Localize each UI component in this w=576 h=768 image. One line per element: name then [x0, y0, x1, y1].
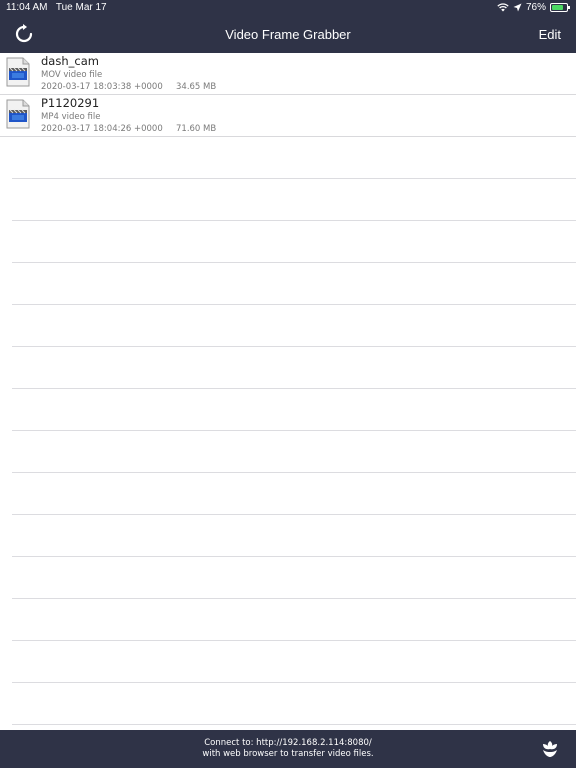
- row-separator: [12, 178, 576, 179]
- row-separator: [12, 346, 576, 347]
- wifi-icon: [497, 3, 509, 12]
- battery-icon: [550, 3, 570, 12]
- edit-button[interactable]: Edit: [539, 27, 561, 42]
- row-separator: [12, 598, 576, 599]
- file-kind: MP4 video file: [41, 112, 101, 122]
- row-separator: [12, 514, 576, 515]
- file-size: 34.65 MB: [176, 82, 217, 92]
- status-time: 11:04 AM Tue Mar 17: [6, 2, 107, 13]
- file-name: dash_cam: [41, 54, 99, 68]
- video-file-icon: [6, 99, 30, 129]
- row-separator: [12, 262, 576, 263]
- file-size: 71.60 MB: [176, 124, 217, 134]
- row-separator: [12, 682, 576, 683]
- row-separator: [12, 220, 576, 221]
- row-separator: [12, 724, 576, 725]
- location-icon: [513, 3, 522, 12]
- file-date: 2020-03-17 18:03:38 +0000: [41, 82, 163, 92]
- row-separator: [12, 640, 576, 641]
- status-indicators: 76%: [497, 2, 570, 13]
- row-separator: [12, 304, 576, 305]
- file-name: P1120291: [41, 96, 100, 110]
- status-time-text: 11:04 AM: [6, 2, 48, 13]
- row-separator: [12, 472, 576, 473]
- file-row[interactable]: dash_cam MOV video file 2020-03-17 18:03…: [0, 53, 576, 95]
- video-file-icon: [6, 57, 30, 87]
- top-bar: 11:04 AM Tue Mar 17 76% Video Frame Grab…: [0, 0, 576, 53]
- row-separator: [12, 556, 576, 557]
- bottom-bar: Connect to: http://192.168.2.114:8080/ w…: [0, 730, 576, 768]
- connection-info: Connect to: http://192.168.2.114:8080/ w…: [0, 738, 576, 760]
- file-kind: MOV video file: [41, 70, 103, 80]
- file-row[interactable]: P1120291 MP4 video file 2020-03-17 18:04…: [0, 95, 576, 137]
- row-separator: [12, 430, 576, 431]
- battery-percent: 76%: [525, 2, 546, 13]
- file-date: 2020-03-17 18:04:26 +0000: [41, 124, 163, 134]
- flower-icon[interactable]: [540, 739, 560, 759]
- status-date-text: Tue Mar 17: [55, 2, 107, 13]
- connection-line-1: Connect to: http://192.168.2.114:8080/: [204, 738, 372, 748]
- row-separator: [12, 388, 576, 389]
- file-list: dash_cam MOV video file 2020-03-17 18:03…: [0, 53, 576, 137]
- battery-fill: [552, 5, 563, 10]
- connection-line-2: with web browser to transfer video files…: [202, 749, 374, 759]
- page-title: Video Frame Grabber: [225, 27, 351, 42]
